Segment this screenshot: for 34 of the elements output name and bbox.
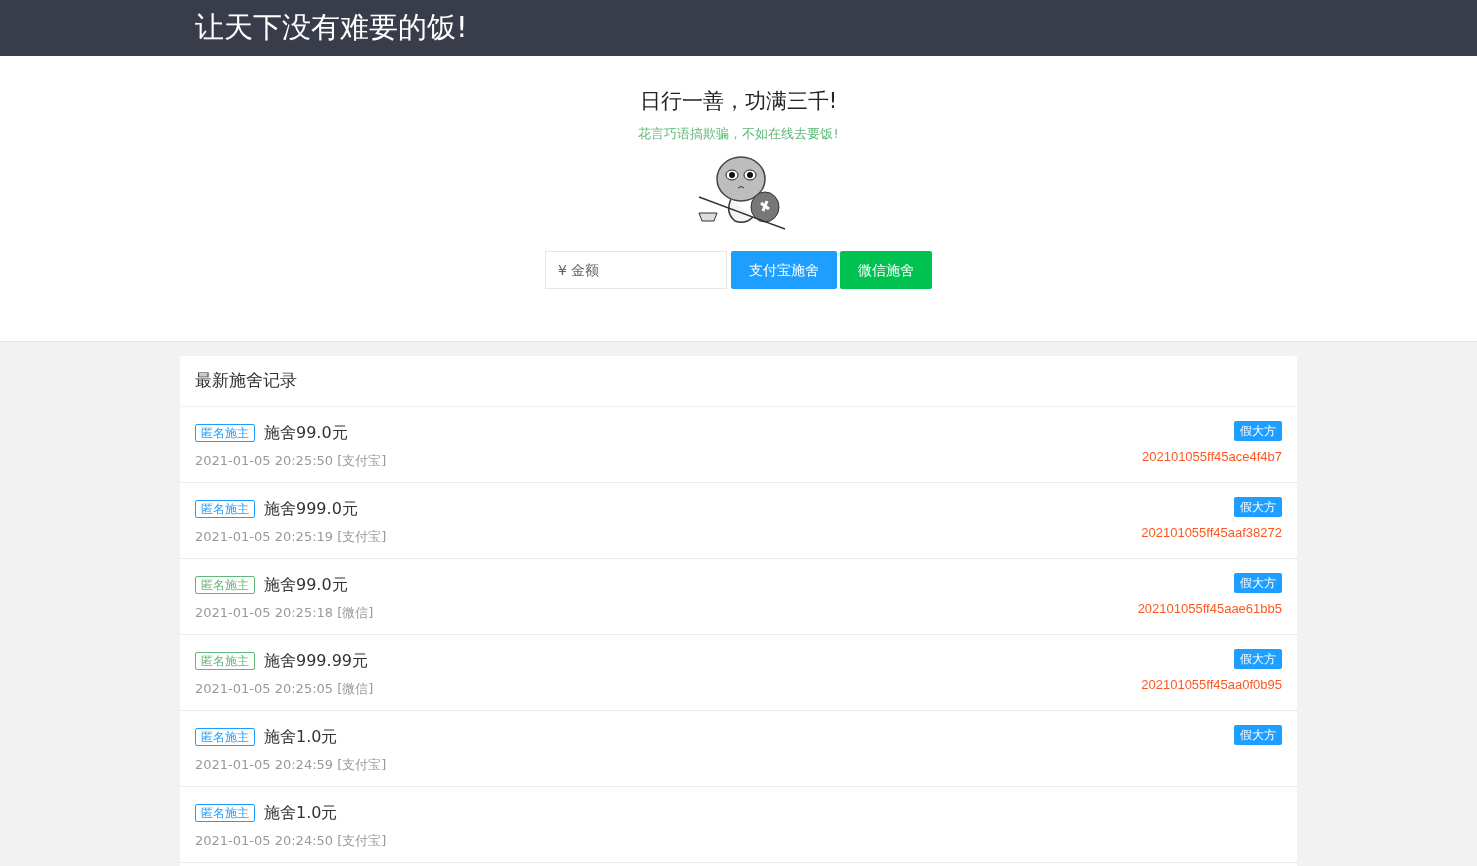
donor-tag: 匿名施主 — [195, 728, 255, 746]
amount-input[interactable]: ¥ 金额 — [545, 251, 727, 289]
records-title: 最新施舍记录 — [195, 369, 297, 393]
status-badge: 假大方 — [1234, 421, 1282, 441]
donation-time: 2021-01-05 20:24:50 [支付宝] — [195, 832, 387, 850]
hero-title: 日行一善，功满三千! — [639, 88, 838, 115]
donation-amount: 施舍1.0元 — [264, 726, 338, 748]
donation-amount: 施舍999.99元 — [264, 650, 368, 672]
donor-tag: 匿名施主 — [195, 500, 255, 518]
order-number: 202101055ff45aae61bb5 — [1137, 600, 1282, 618]
status-badge: 假大方 — [1234, 497, 1282, 517]
donation-time: 2021-01-05 20:25:05 [微信] — [195, 680, 374, 698]
donor-tag: 匿名施主 — [195, 576, 255, 594]
status-badge: 假大方 — [1234, 725, 1282, 745]
donation-amount: 施舍1.0元 — [264, 802, 338, 824]
order-number: 202101055ff45aaf38272 — [1141, 524, 1282, 542]
site-title: 让天下没有难要的饭! — [195, 9, 468, 47]
wechat-donate-button[interactable]: 微信施舍 — [840, 251, 932, 289]
order-number: 202101055ff45aa0f0b95 — [1141, 676, 1282, 694]
order-number: 202101055ff45ace4f4b7 — [1142, 448, 1282, 466]
donor-tag: 匿名施主 — [195, 804, 255, 822]
status-badge: 假大方 — [1234, 573, 1282, 593]
donor-tag: 匿名施主 — [195, 424, 255, 442]
donation-time: 2021-01-05 20:25:19 [支付宝] — [195, 528, 387, 546]
donation-amount: 施舍999.0元 — [264, 498, 358, 520]
donation-amount: 施舍99.0元 — [264, 422, 348, 444]
status-badge: 假大方 — [1234, 649, 1282, 669]
donation-amount: 施舍99.0元 — [264, 574, 348, 596]
donation-time: 2021-01-05 20:25:50 [支付宝] — [195, 452, 387, 470]
donation-time: 2021-01-05 20:24:59 [支付宝] — [195, 756, 387, 774]
donor-tag: 匿名施主 — [195, 652, 255, 670]
alipay-donate-button[interactable]: 支付宝施舍 — [731, 251, 837, 289]
hero-subtitle: 花言巧语搞欺骗，不如在线去要饭! — [638, 124, 839, 143]
donation-time: 2021-01-05 20:25:18 [微信] — [195, 604, 374, 622]
